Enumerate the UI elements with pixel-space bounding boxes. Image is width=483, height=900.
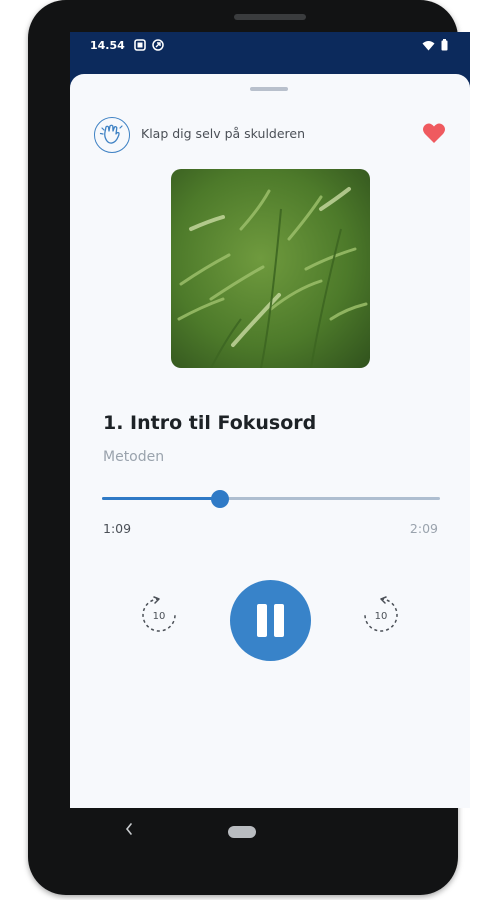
track-subtitle: Metoden: [103, 449, 165, 465]
pause-icon: [257, 604, 267, 637]
nav-home-pill[interactable]: [228, 826, 256, 838]
wifi-icon: [422, 40, 435, 50]
pause-button[interactable]: [230, 580, 311, 661]
battery-icon: [441, 39, 448, 51]
player-sheet: Klap dig selv på skulderen 1. Intro til …: [70, 74, 470, 808]
vpn-key-icon: [152, 39, 164, 51]
square-notification-icon: [134, 39, 146, 51]
pause-icon-bar: [274, 604, 284, 637]
status-right-icons: [422, 39, 448, 51]
status-time: 14.54: [90, 39, 125, 52]
clapping-hands-icon: [94, 117, 130, 153]
seek-progress: [102, 497, 221, 500]
total-time: 2:09: [409, 521, 438, 536]
forward-10-icon: 10: [364, 596, 398, 632]
current-time: 1:09: [103, 521, 132, 536]
sheet-grabber[interactable]: [250, 87, 288, 91]
cover-image: [171, 169, 370, 368]
forward-10-button[interactable]: 10: [362, 596, 400, 634]
rewind-10-button[interactable]: 10: [140, 596, 178, 634]
speaker-slot: [234, 14, 306, 20]
screen: 14.54 Klap dig selv på skulderen 1. Intr…: [70, 32, 470, 808]
category-title: Klap dig selv på skulderen: [141, 126, 306, 141]
forward-label: 10: [375, 611, 388, 622]
header-row: Klap dig selv på skulderen: [94, 117, 446, 153]
rewind-10-icon: 10: [142, 596, 176, 632]
seek-thumb[interactable]: [211, 490, 230, 508]
status-bar: 14.54: [70, 32, 470, 60]
phone-frame: 14.54 Klap dig selv på skulderen 1. Intr…: [28, 0, 470, 895]
nav-back-icon[interactable]: [124, 822, 134, 836]
heart-icon[interactable]: [422, 122, 446, 144]
seek-bar[interactable]: [102, 490, 440, 508]
grass-photo: [171, 169, 370, 368]
rewind-label: 10: [153, 611, 166, 622]
track-title: 1. Intro til Fokusord: [103, 412, 317, 434]
